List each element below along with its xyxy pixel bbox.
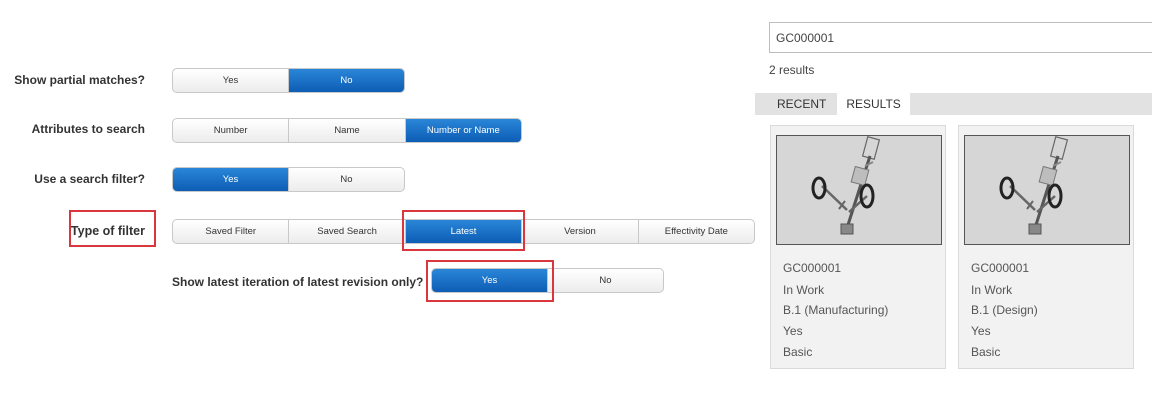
- filter-type-toggle: Saved Filter Saved Search Latest Version…: [172, 219, 755, 244]
- filter-type-saved-filter-button[interactable]: Saved Filter: [173, 220, 288, 243]
- card-latest: Yes: [783, 324, 803, 338]
- latest-only-toggle: Yes No: [431, 268, 664, 293]
- results-tab-bar: RECENT RESULTS: [755, 93, 1152, 115]
- filter-type-latest-button[interactable]: Latest: [404, 220, 522, 243]
- golf-cart-model-icon: [964, 135, 1130, 245]
- partial-matches-label: Show partial matches?: [14, 73, 145, 87]
- golf-cart-model-icon: [776, 135, 942, 245]
- card-type: Basic: [783, 345, 813, 359]
- partial-matches-toggle: Yes No: [172, 68, 405, 93]
- card-state: In Work: [783, 283, 825, 297]
- card-revision: B.1 (Design): [971, 303, 1038, 317]
- card-latest: Yes: [971, 324, 991, 338]
- search-input[interactable]: GC000001: [769, 22, 1152, 53]
- use-filter-label: Use a search filter?: [34, 172, 145, 186]
- card-type: Basic: [971, 345, 1001, 359]
- filter-type-label: Type of filter: [70, 224, 145, 238]
- attributes-name-button[interactable]: Name: [288, 119, 404, 142]
- results-panel: GC000001 2 results RECENT RESULTS GC0000…: [755, 0, 1152, 400]
- attributes-number-button[interactable]: Number: [173, 119, 288, 142]
- tab-results[interactable]: RESULTS: [837, 93, 910, 115]
- attributes-toggle: Number Name Number or Name: [172, 118, 522, 143]
- latest-only-label: Show latest iteration of latest revision…: [172, 275, 424, 289]
- use-filter-toggle: Yes No: [172, 167, 405, 192]
- card-state: In Work: [971, 283, 1013, 297]
- attributes-label: Attributes to search: [31, 122, 145, 136]
- result-card[interactable]: GC000001 In Work B.1 (Design) Yes Basic: [958, 125, 1134, 369]
- results-count: 2 results: [769, 63, 815, 77]
- card-revision: B.1 (Manufacturing): [783, 303, 889, 317]
- card-number: GC000001: [971, 261, 1030, 275]
- latest-only-no-button[interactable]: No: [547, 269, 663, 292]
- card-number: GC000001: [783, 261, 842, 275]
- filter-type-version-button[interactable]: Version: [521, 220, 637, 243]
- tab-recent[interactable]: RECENT: [768, 93, 835, 115]
- result-card[interactable]: GC000001 In Work B.1 (Manufacturing) Yes…: [770, 125, 946, 369]
- use-filter-no-button[interactable]: No: [288, 168, 404, 191]
- partial-matches-no-button[interactable]: No: [288, 69, 404, 92]
- filter-type-effectivity-date-button[interactable]: Effectivity Date: [637, 220, 754, 243]
- attributes-number-or-name-button[interactable]: Number or Name: [404, 119, 521, 142]
- partial-matches-yes-button[interactable]: Yes: [173, 69, 288, 92]
- latest-only-yes-button[interactable]: Yes: [432, 269, 547, 292]
- filter-type-saved-search-button[interactable]: Saved Search: [288, 220, 404, 243]
- use-filter-yes-button[interactable]: Yes: [173, 168, 288, 191]
